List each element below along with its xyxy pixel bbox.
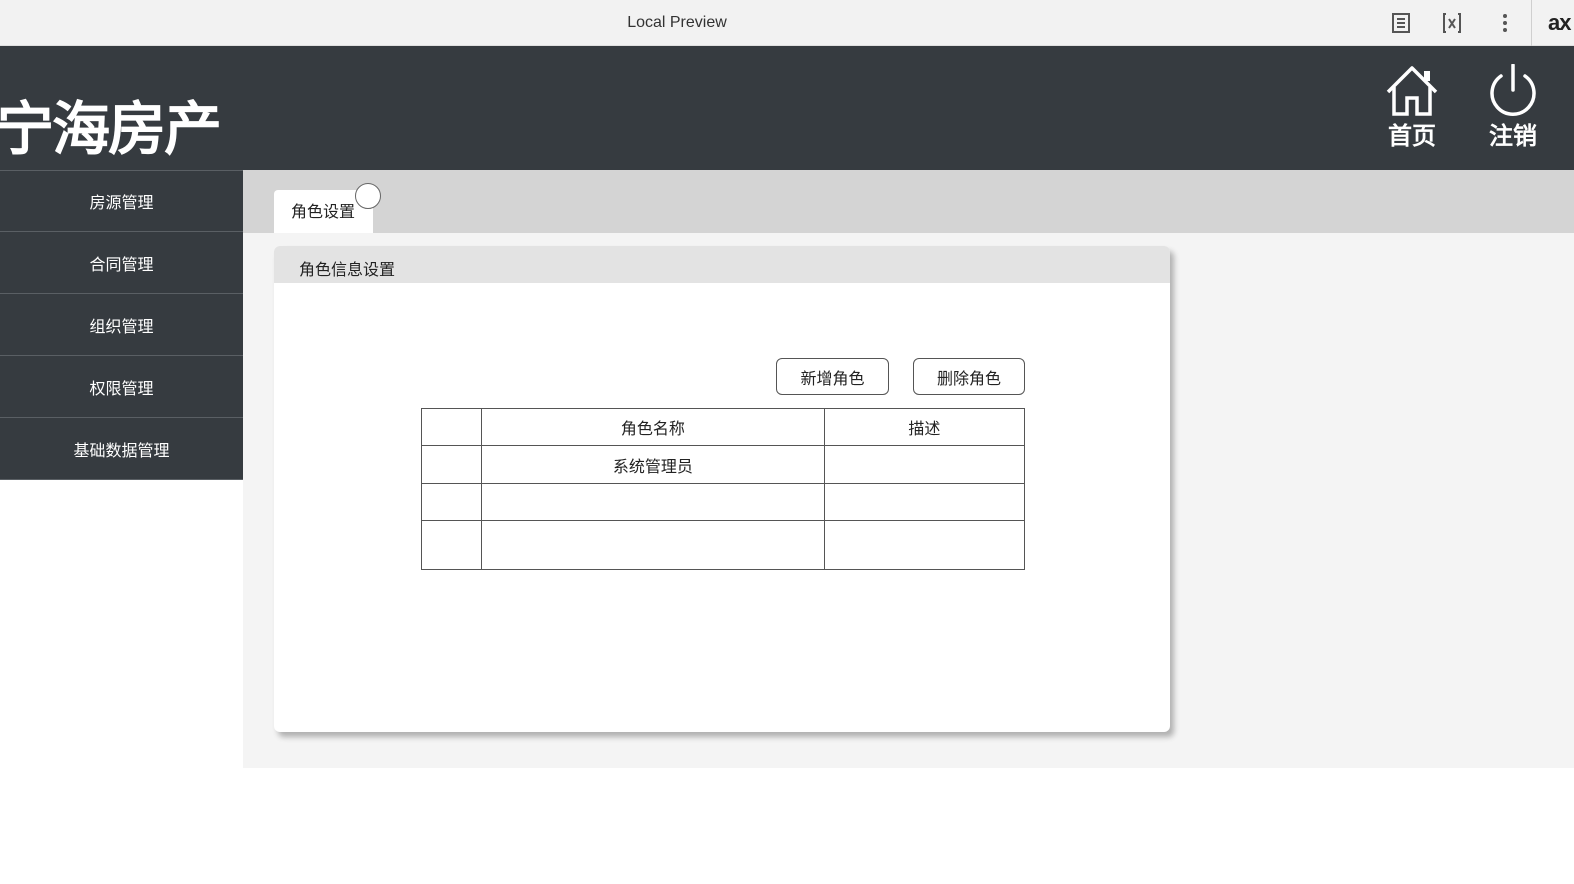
variables-icon[interactable] bbox=[1440, 11, 1464, 35]
sidebar: 房源管理 合同管理 组织管理 权限管理 基础数据管理 bbox=[0, 170, 243, 480]
logo: 宁海房产 bbox=[0, 95, 222, 163]
extension-label[interactable]: ax bbox=[1548, 10, 1572, 36]
home-button[interactable]: 首页 bbox=[1377, 64, 1447, 160]
logout-button[interactable]: 注销 bbox=[1478, 64, 1548, 160]
table-cell bbox=[420, 483, 483, 521]
table-row[interactable] bbox=[420, 483, 1026, 521]
home-icon bbox=[1377, 64, 1447, 118]
tab-close-icon[interactable] bbox=[355, 183, 381, 209]
home-label: 首页 bbox=[1388, 122, 1436, 150]
table-cell bbox=[420, 445, 483, 484]
notes-icon[interactable] bbox=[1389, 11, 1413, 35]
table-row[interactable]: 系统管理员 bbox=[420, 445, 1026, 484]
table-cell bbox=[823, 483, 1026, 521]
logout-label: 注销 bbox=[1489, 122, 1537, 150]
browser-bar: Local Preview ax bbox=[0, 0, 1574, 46]
table-cell bbox=[481, 520, 825, 570]
main-content: 角色设置 角色信息设置 新增角色 删除角色 角色名称 描述 系统管理员 bbox=[243, 170, 1574, 768]
table-row[interactable] bbox=[420, 520, 1026, 570]
table-cell bbox=[481, 483, 825, 521]
table-cell bbox=[823, 445, 1026, 484]
table-cell bbox=[420, 520, 483, 570]
app-header: 宁海房产 首页 注销 bbox=[0, 46, 1574, 170]
sidebar-item-permission[interactable]: 权限管理 bbox=[0, 356, 243, 418]
sidebar-item-contract[interactable]: 合同管理 bbox=[0, 232, 243, 294]
sidebar-item-basic-data[interactable]: 基础数据管理 bbox=[0, 418, 243, 480]
table-cell bbox=[823, 520, 1026, 570]
sidebar-item-organization[interactable]: 组织管理 bbox=[0, 294, 243, 356]
column-header-select bbox=[420, 408, 483, 446]
browser-title: Local Preview bbox=[627, 14, 727, 31]
power-icon bbox=[1478, 64, 1548, 118]
delete-role-button[interactable]: 删除角色 bbox=[913, 358, 1025, 395]
sidebar-item-property[interactable]: 房源管理 bbox=[0, 170, 243, 232]
add-role-button[interactable]: 新增角色 bbox=[776, 358, 889, 395]
roles-table: 角色名称 描述 系统管理员 bbox=[420, 408, 1026, 570]
toolbar-divider bbox=[1531, 0, 1532, 46]
column-header-description: 描述 bbox=[823, 408, 1026, 446]
more-vertical-icon[interactable] bbox=[1493, 11, 1517, 35]
column-header-role-name: 角色名称 bbox=[481, 408, 825, 446]
table-header-row: 角色名称 描述 bbox=[420, 408, 1026, 446]
table-cell: 系统管理员 bbox=[481, 445, 825, 484]
panel-title: 角色信息设置 bbox=[274, 246, 1170, 283]
role-info-panel: 角色信息设置 新增角色 删除角色 角色名称 描述 系统管理员 bbox=[274, 246, 1170, 732]
tab-strip: 角色设置 bbox=[243, 170, 1574, 233]
